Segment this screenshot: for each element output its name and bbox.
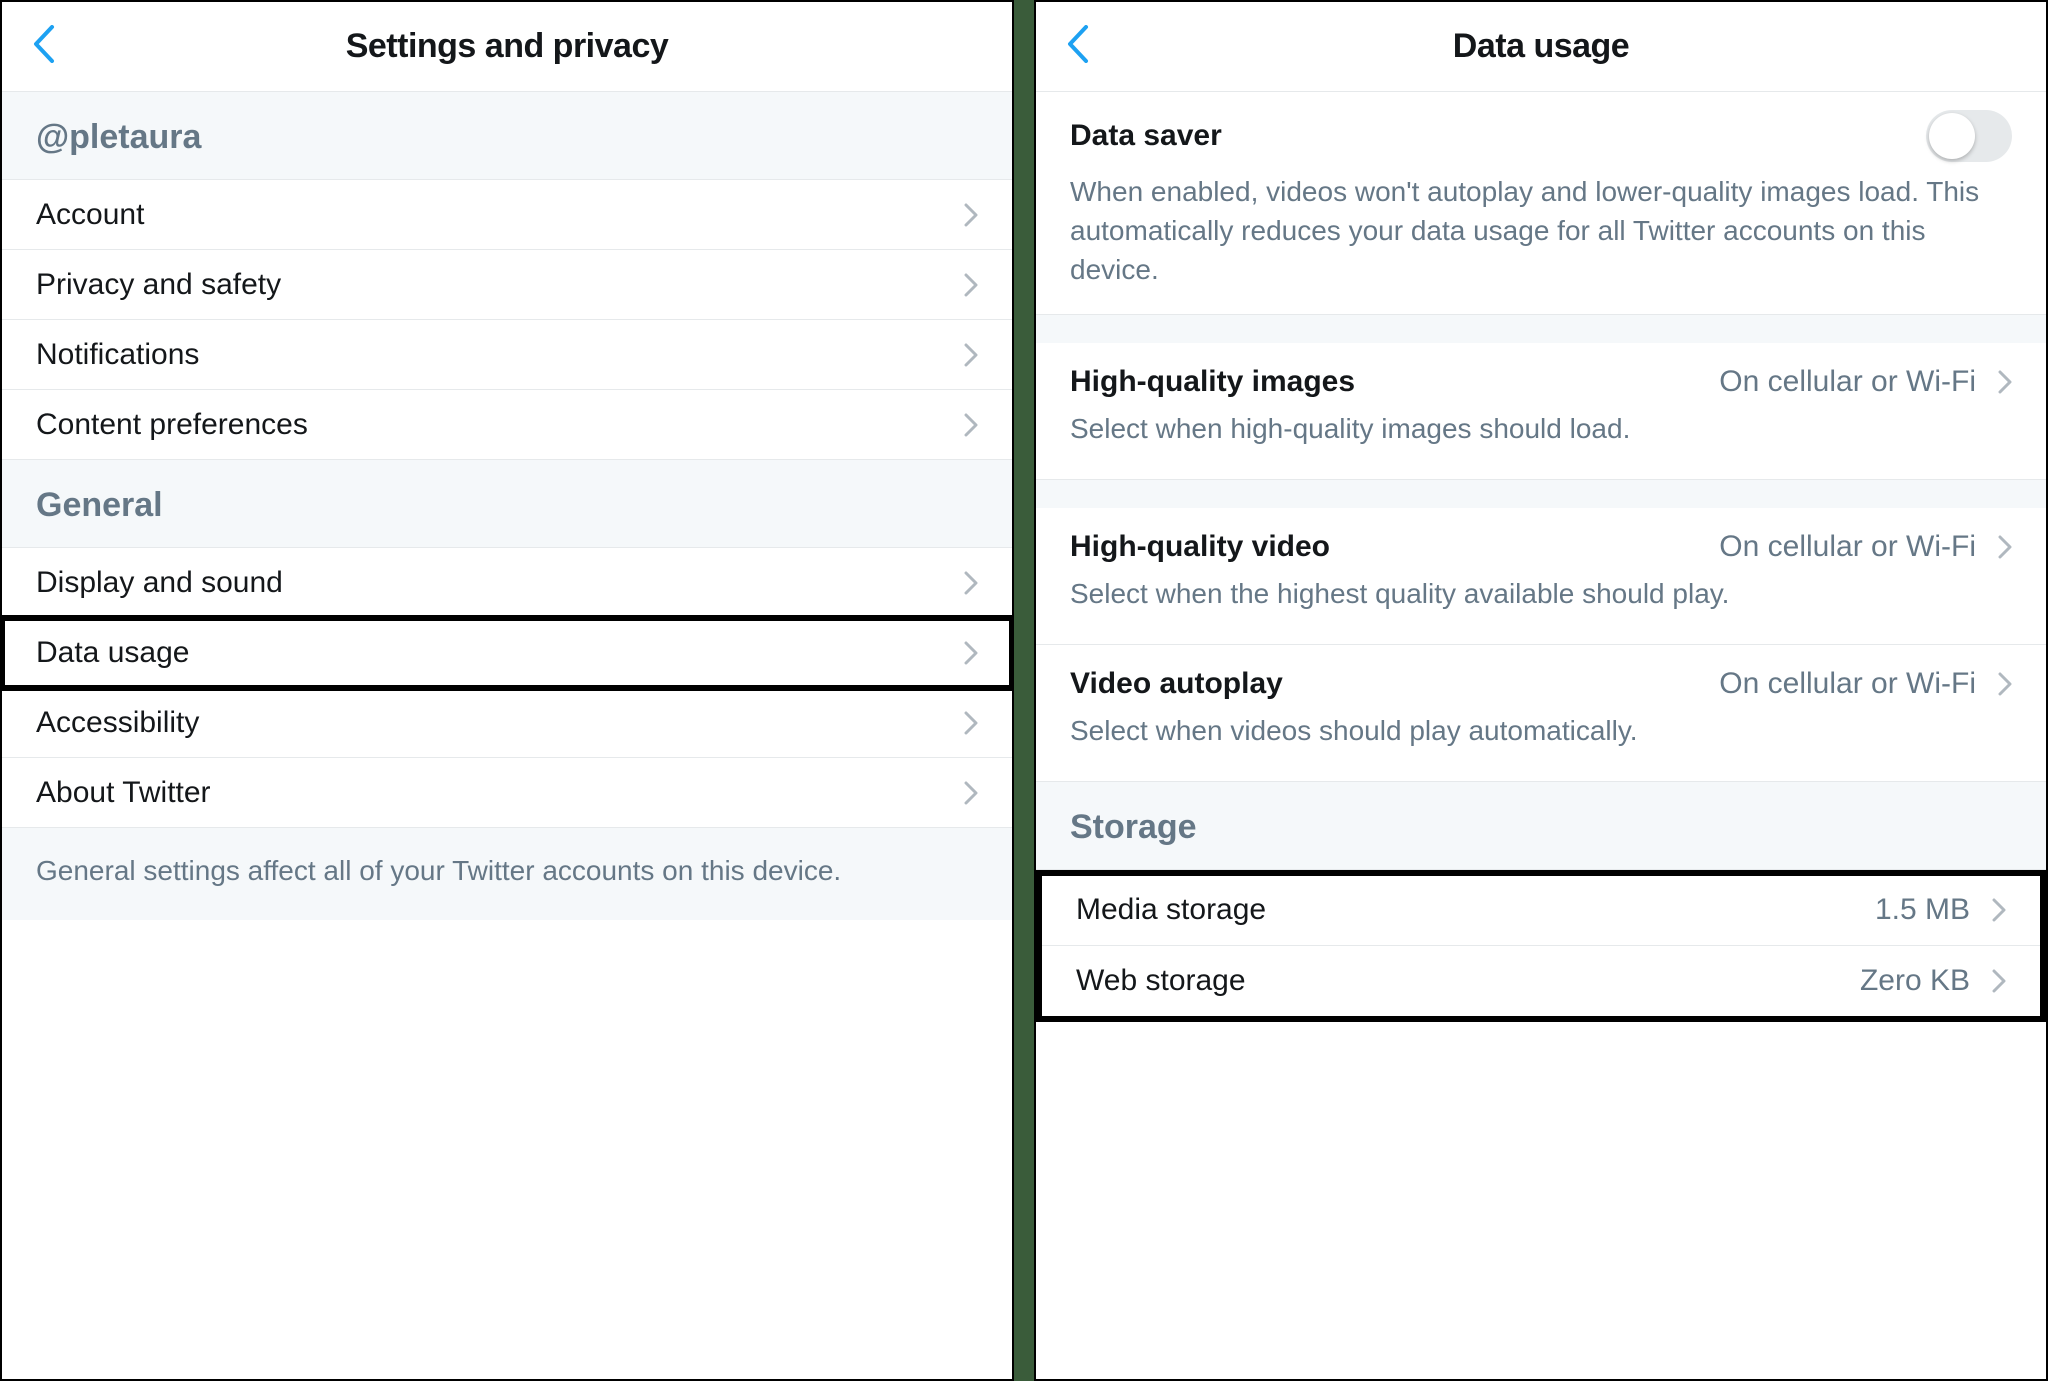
chevron-right-icon bbox=[964, 641, 978, 665]
nav-bar: Data usage bbox=[1036, 2, 2046, 92]
page-title: Data usage bbox=[1453, 27, 1629, 66]
row-about-twitter[interactable]: About Twitter bbox=[2, 758, 1012, 828]
row-notifications[interactable]: Notifications bbox=[2, 320, 1012, 390]
chevron-right-icon bbox=[964, 571, 978, 595]
chevron-left-icon bbox=[1067, 25, 1089, 68]
row-label: Media storage bbox=[1076, 893, 1875, 927]
chevron-right-icon bbox=[1998, 535, 2012, 559]
chevron-right-icon bbox=[964, 781, 978, 805]
chevron-right-icon bbox=[964, 711, 978, 735]
chevron-right-icon bbox=[1992, 969, 2006, 993]
row-display-sound[interactable]: Display and sound bbox=[2, 548, 1012, 618]
chevron-right-icon bbox=[1998, 370, 2012, 394]
hq-images-row[interactable]: High-quality images On cellular or Wi-Fi bbox=[1036, 343, 2046, 413]
row-value: On cellular or Wi-Fi bbox=[1719, 667, 1976, 701]
storage-header: Storage bbox=[1036, 782, 2046, 870]
video-autoplay-row[interactable]: Video autoplay On cellular or Wi-Fi bbox=[1036, 645, 2046, 715]
username-header: @pletaura bbox=[2, 92, 1012, 180]
chevron-right-icon bbox=[1992, 898, 2006, 922]
hq-video-row[interactable]: High-quality video On cellular or Wi-Fi bbox=[1036, 508, 2046, 578]
row-value: On cellular or Wi-Fi bbox=[1719, 530, 1976, 564]
row-label: About Twitter bbox=[36, 776, 964, 810]
web-storage-row[interactable]: Web storage Zero KB bbox=[1042, 946, 2040, 1016]
back-button[interactable] bbox=[24, 22, 64, 72]
row-data-usage[interactable]: Data usage bbox=[2, 618, 1012, 688]
chevron-right-icon bbox=[964, 273, 978, 297]
hq-images-desc: Select when high-quality images should l… bbox=[1036, 413, 2046, 465]
row-label: Web storage bbox=[1076, 964, 1860, 998]
row-label: High-quality images bbox=[1070, 365, 1719, 399]
general-footer: General settings affect all of your Twit… bbox=[2, 828, 1012, 920]
page-title: Settings and privacy bbox=[346, 27, 669, 66]
section-spacer bbox=[1036, 480, 2046, 508]
hq-video-desc: Select when the highest quality availabl… bbox=[1036, 578, 2046, 630]
row-account[interactable]: Account bbox=[2, 180, 1012, 250]
data-saver-toggle[interactable] bbox=[1926, 110, 2012, 162]
data-saver-desc: When enabled, videos won't autoplay and … bbox=[1070, 172, 2012, 290]
data-saver-row: Data saver When enabled, videos won't au… bbox=[1036, 92, 2046, 315]
section-spacer bbox=[1036, 315, 2046, 343]
row-value: On cellular or Wi-Fi bbox=[1719, 365, 1976, 399]
row-label: Account bbox=[36, 198, 964, 232]
row-label: Accessibility bbox=[36, 706, 964, 740]
row-value: Zero KB bbox=[1860, 964, 1970, 998]
hq-video-group: High-quality video On cellular or Wi-Fi … bbox=[1036, 508, 2046, 645]
video-autoplay-group: Video autoplay On cellular or Wi-Fi Sele… bbox=[1036, 645, 2046, 782]
data-saver-label: Data saver bbox=[1070, 119, 1222, 153]
media-storage-row[interactable]: Media storage 1.5 MB bbox=[1042, 876, 2040, 946]
hq-images-group: High-quality images On cellular or Wi-Fi… bbox=[1036, 343, 2046, 480]
data-usage-screen: Data usage Data saver When enabled, vide… bbox=[1034, 0, 2048, 1381]
settings-screen: Settings and privacy @pletaura Account P… bbox=[0, 0, 1014, 1381]
chevron-right-icon bbox=[964, 413, 978, 437]
general-header: General bbox=[2, 460, 1012, 548]
row-value: 1.5 MB bbox=[1875, 893, 1970, 927]
chevron-right-icon bbox=[964, 343, 978, 367]
row-label: Content preferences bbox=[36, 408, 964, 442]
row-label: Data usage bbox=[36, 636, 964, 670]
storage-highlight: Media storage 1.5 MB Web storage Zero KB bbox=[1036, 870, 2046, 1022]
row-privacy[interactable]: Privacy and safety bbox=[2, 250, 1012, 320]
row-accessibility[interactable]: Accessibility bbox=[2, 688, 1012, 758]
row-content-prefs[interactable]: Content preferences bbox=[2, 390, 1012, 460]
nav-bar: Settings and privacy bbox=[2, 2, 1012, 92]
row-label: Notifications bbox=[36, 338, 964, 372]
row-label: High-quality video bbox=[1070, 530, 1719, 564]
video-autoplay-desc: Select when videos should play automatic… bbox=[1036, 715, 2046, 767]
chevron-right-icon bbox=[1998, 672, 2012, 696]
chevron-right-icon bbox=[964, 203, 978, 227]
chevron-left-icon bbox=[33, 25, 55, 68]
row-label: Privacy and safety bbox=[36, 268, 964, 302]
row-label: Video autoplay bbox=[1070, 667, 1719, 701]
row-label: Display and sound bbox=[36, 566, 964, 600]
back-button[interactable] bbox=[1058, 22, 1098, 72]
